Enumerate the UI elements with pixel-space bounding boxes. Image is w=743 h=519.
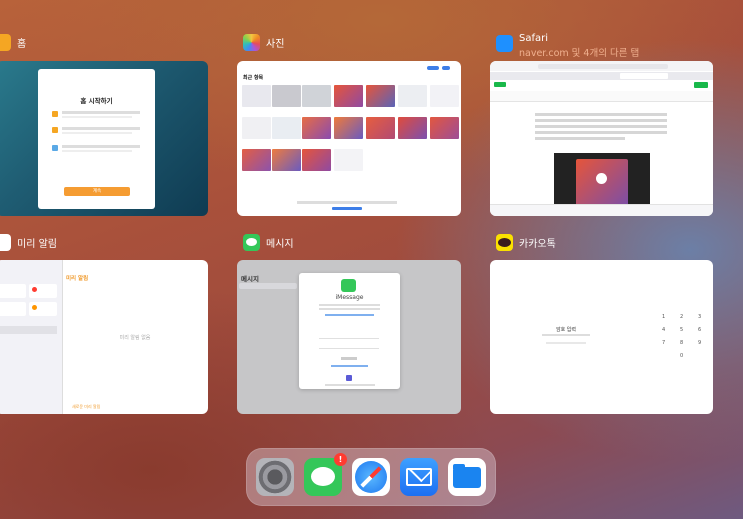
photos-album-title: 최근 항목 xyxy=(243,75,264,81)
photos-icon xyxy=(243,34,260,51)
home-app-label: 홈 xyxy=(0,34,26,51)
keypad-key-9[interactable]: 9 xyxy=(698,340,701,346)
messages-icon[interactable]: ! xyxy=(304,453,347,496)
keypad-key-4[interactable]: 4 xyxy=(662,327,665,333)
keypad-key-1[interactable]: 1 xyxy=(662,314,665,320)
keypad-key-7[interactable]: 7 xyxy=(662,340,665,346)
reminders-app-card[interactable]: 미리 알림 미리 알림 없음 새로운 미리 알림 xyxy=(0,260,208,414)
keypad-key-0[interactable]: 0 xyxy=(680,353,683,359)
messages-badge: ! xyxy=(334,453,347,466)
messages-app-name: 메시지 xyxy=(266,239,294,250)
imessage-dialog-title: iMessage xyxy=(335,294,364,301)
safari-subtitle: naver.com 및 4개의 다른 탭 xyxy=(519,48,640,59)
kakaotalk-app-label: 카카오톡 xyxy=(496,234,556,251)
safari-icon[interactable] xyxy=(352,458,390,496)
keypad-key-3[interactable]: 3 xyxy=(698,314,701,320)
kakaotalk-icon xyxy=(496,234,513,251)
photos-app-card[interactable]: 최근 항목 xyxy=(237,61,461,216)
kakaotalk-app-card[interactable]: 암호 입력 1 2 3 4 5 6 7 8 9 0 xyxy=(490,260,713,414)
settings-icon[interactable] xyxy=(256,458,294,496)
home-icon xyxy=(0,34,11,51)
safari-address-bar[interactable] xyxy=(538,64,668,69)
safari-icon xyxy=(496,35,513,52)
keypad-key-2[interactable]: 2 xyxy=(680,314,683,320)
messages-app-label: 메시지 xyxy=(243,234,294,251)
passcode-title: 암호 입력 xyxy=(556,327,576,333)
messages-app-icon xyxy=(243,234,260,251)
keypad-key-8[interactable]: 8 xyxy=(680,340,683,346)
kakaotalk-app-name: 카카오톡 xyxy=(519,239,556,250)
imessage-logo-icon xyxy=(341,279,356,292)
photos-app-name: 사진 xyxy=(266,39,285,50)
mail-icon[interactable] xyxy=(400,458,438,496)
keypad-key-6[interactable]: 6 xyxy=(698,327,701,333)
home-app-card[interactable]: 홈 시작하기 계속 xyxy=(0,61,208,216)
home-app-name: 홈 xyxy=(17,39,27,50)
safari-app-name: Safari xyxy=(519,33,549,44)
messages-header: 메시지 xyxy=(241,275,259,283)
dock: ! xyxy=(246,448,496,506)
apple-id-field[interactable] xyxy=(319,331,379,339)
reminders-list-title: 미리 알림 xyxy=(66,276,89,282)
files-icon[interactable] xyxy=(448,458,486,496)
imessage-dialog: iMessage xyxy=(299,273,400,389)
password-field[interactable] xyxy=(319,341,379,349)
reminders-app-label: 미리 알림 xyxy=(0,234,57,251)
safari-embedded-image xyxy=(554,153,650,207)
messages-app-card[interactable]: 메시지 iMessage xyxy=(237,260,461,414)
keypad-key-5[interactable]: 5 xyxy=(680,327,683,333)
reminders-app-name: 미리 알림 xyxy=(17,239,57,250)
home-continue-button[interactable]: 계속 xyxy=(64,187,130,196)
photos-app-label: 사진 xyxy=(243,34,284,51)
reminders-empty-text: 미리 알림 없음 xyxy=(119,335,151,341)
home-setup-title: 홈 시작하기 xyxy=(80,97,113,105)
new-reminder-button[interactable]: 새로운 미리 알림 xyxy=(72,404,100,410)
reminders-icon xyxy=(0,234,11,251)
home-setup-sheet: 홈 시작하기 계속 xyxy=(38,69,155,209)
safari-app-card[interactable] xyxy=(490,61,713,216)
safari-app-label: Safari naver.com 및 4개의 다른 탭 xyxy=(496,33,639,59)
